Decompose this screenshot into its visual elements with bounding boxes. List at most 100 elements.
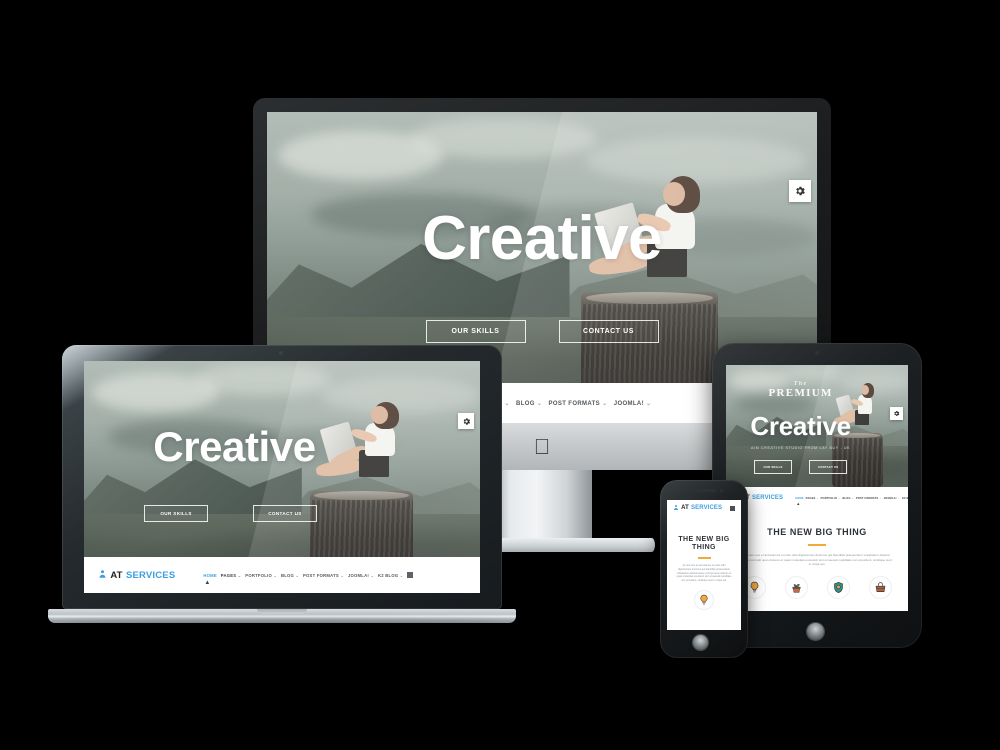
device-iphone-mobile: AT SERVICES THE NEW BIG THING At vero eo… <box>660 480 748 658</box>
active-indicator-icon: ▲ <box>796 501 801 506</box>
chevron-down-icon: ⌄ <box>879 496 882 500</box>
menu-item-post-formats[interactable]: POST FORMATS ⌄ <box>303 573 344 578</box>
main-menu-tablet: HOME PAGES ⌄ PORTFOLIO ⌄ BLOG ⌄ POST FOR… <box>795 496 908 507</box>
gear-icon[interactable] <box>890 407 903 420</box>
menu-item-portfolio[interactable]: PORTFOLIO ⌄ <box>245 573 277 578</box>
chevron-down-icon: ⌄ <box>273 572 278 578</box>
menu-item-joomla[interactable]: JOOMLA! ⌄ <box>348 573 374 578</box>
menu-item-home[interactable]: HOME <box>203 573 217 578</box>
macbook-trackpad-notch <box>257 609 307 614</box>
menu-item-post-formats[interactable]: POST FORMATS ⌄ <box>856 497 882 500</box>
webcam-icon <box>279 351 283 355</box>
menu-item-portfolio[interactable]: PORTFOLIO ⌄ <box>821 497 841 500</box>
contact-us-button[interactable]: CONTACT US <box>809 460 848 475</box>
lightbulb-icon[interactable] <box>694 589 714 610</box>
site-navbar-mobile: AT SERVICES <box>667 500 741 516</box>
brand-name-2: SERVICES <box>751 495 784 501</box>
hero-buttons-desktop: OUR SKILLS CONTACT US <box>267 320 817 344</box>
new-big-thing-section-tablet: THE NEW BIG THING At vero eos et accusam… <box>726 509 908 611</box>
hero-section-laptop: Creative OUR SKILLS CONTACT US AT SERVIC… <box>84 361 480 593</box>
section-divider <box>697 557 711 560</box>
gear-icon[interactable] <box>458 413 474 429</box>
main-menu-laptop: HOME PAGES ⌄ PORTFOLIO ⌄ BLOG ⌄ POST FOR… <box>203 572 414 586</box>
brand-name-1: AT <box>681 505 689 511</box>
chevron-down-icon: ⌄ <box>237 572 242 578</box>
grid-menu-icon[interactable] <box>407 572 414 578</box>
hamburger-menu-icon[interactable] <box>730 505 735 511</box>
hero-headline: Creative <box>750 410 851 441</box>
gear-icon[interactable] <box>789 180 811 202</box>
hero-headline: Creative <box>422 204 662 274</box>
chevron-down-icon: ⌄ <box>536 400 543 407</box>
brand-logo[interactable]: AT SERVICES <box>98 569 175 582</box>
brand-name-2: SERVICES <box>690 505 723 511</box>
our-skills-button[interactable]: OUR SKILLS <box>754 460 793 475</box>
feature-icons-row <box>667 589 741 610</box>
chevron-down-icon: ⌄ <box>295 572 300 578</box>
section-body: At vero eos et accusamus et iusto odio d… <box>676 564 732 583</box>
hero-copy-desktop: Creative <box>267 208 817 270</box>
menu-item-joomla[interactable]: JOOMLA! ⌄ <box>614 400 652 407</box>
menu-item-blog[interactable]: BLOG ⌄ <box>843 497 854 500</box>
iphone-home-button[interactable] <box>693 635 708 650</box>
menu-item-blog[interactable]: BLOG ⌄ <box>516 400 542 407</box>
hero-buttons-laptop: OUR SKILLS CONTACT US <box>84 504 480 522</box>
menu-item-k2-blog[interactable]: K2 BLOG ⌄ <box>378 573 404 578</box>
hero-section-tablet: The PREMIUM Creative AIM CREATIVE STUDIO… <box>726 365 908 487</box>
macbook-shadow <box>62 627 502 637</box>
menu-item-post-formats[interactable]: POST FORMATS ⌄ <box>549 400 608 407</box>
chevron-down-icon: ⌄ <box>851 496 854 500</box>
device-macbook-laptop: Creative OUR SKILLS CONTACT US AT SERVIC… <box>48 345 516 645</box>
hero-buttons-tablet: OUR SKILLS CONTACT US <box>726 460 908 475</box>
section-body: At vero eos et accusamus et iusto odio d… <box>742 553 892 567</box>
iphone-screen: AT SERVICES THE NEW BIG THING At vero eo… <box>667 500 741 630</box>
chevron-down-icon: ⌄ <box>504 400 510 407</box>
section-title: THE NEW BIG THING <box>767 527 867 537</box>
menu-item-k2-blog[interactable]: K2 BLOG ⌄ <box>902 497 908 500</box>
chevron-down-icon: ⌄ <box>399 572 404 578</box>
plant-pot-icon[interactable] <box>784 575 808 599</box>
ipad-screen: The PREMIUM Creative AIM CREATIVE STUDIO… <box>726 365 908 611</box>
brand-name-1: AT <box>110 569 123 581</box>
responsive-mockup-scene: Creative OUR SKILLS CONTACT US ⌄ BLOG ⌄ … <box>0 0 1000 750</box>
hero-subline: AIM CREATIVE STUDIO FROM LAY BUY - UK <box>751 445 851 450</box>
hero-pretitle-small: The <box>793 380 808 387</box>
menu-item-joomla[interactable]: JOOMLA! ⌄ <box>884 497 900 500</box>
brand-name-2: SERVICES <box>125 569 176 581</box>
hero-subline-tablet: AIM CREATIVE STUDIO FROM LAY BUY - UK <box>726 446 908 450</box>
ipad-home-button[interactable] <box>807 623 824 640</box>
chevron-down-icon: ⌄ <box>340 572 345 578</box>
menu-item-home[interactable]: HOME <box>795 497 803 500</box>
hero-copy-tablet: Creative <box>726 413 908 439</box>
menu-item-pages[interactable]: PAGES ⌄ <box>806 497 819 500</box>
brand-logo[interactable]: AT SERVICES <box>673 504 722 513</box>
front-camera-icon <box>815 351 819 355</box>
our-skills-button[interactable]: OUR SKILLS <box>144 504 209 522</box>
front-camera-icon <box>720 489 723 492</box>
hero-pretitle: The PREMIUM <box>726 381 908 399</box>
contact-us-button[interactable]: CONTACT US <box>558 320 659 344</box>
hero-pretitle-tablet: The PREMIUM <box>726 381 908 399</box>
website-laptop: Creative OUR SKILLS CONTACT US AT SERVIC… <box>84 361 480 593</box>
chevron-down-icon: ⌄ <box>838 496 841 500</box>
our-skills-button[interactable]: OUR SKILLS <box>425 320 526 344</box>
person-icon <box>673 504 679 513</box>
chevron-down-icon: ⌄ <box>816 496 819 500</box>
new-big-thing-section-mobile: THE NEW BIG THING At vero eos et accusam… <box>667 516 741 630</box>
section-title: THE NEW BIG THING <box>678 536 730 552</box>
chevron-down-icon: ⌄ <box>602 400 608 407</box>
imac-stand-neck <box>492 470 592 542</box>
hero-headline: Creative <box>153 422 316 470</box>
menu-item-blog[interactable]: BLOG ⌄ <box>281 573 299 578</box>
feature-icons-row <box>726 575 908 599</box>
shield-icon[interactable] <box>826 575 850 599</box>
chevron-down-icon: ⌄ <box>897 496 900 500</box>
section-divider <box>808 544 826 546</box>
person-icon <box>98 569 107 582</box>
contact-us-button[interactable]: CONTACT US <box>252 504 317 522</box>
menu-item-pages[interactable]: PAGES ⌄ <box>221 573 242 578</box>
earpiece-speaker <box>692 489 716 492</box>
basket-icon[interactable] <box>868 575 892 599</box>
chevron-down-icon: ⌄ <box>645 400 652 407</box>
hero-copy-laptop: Creative <box>84 422 480 470</box>
